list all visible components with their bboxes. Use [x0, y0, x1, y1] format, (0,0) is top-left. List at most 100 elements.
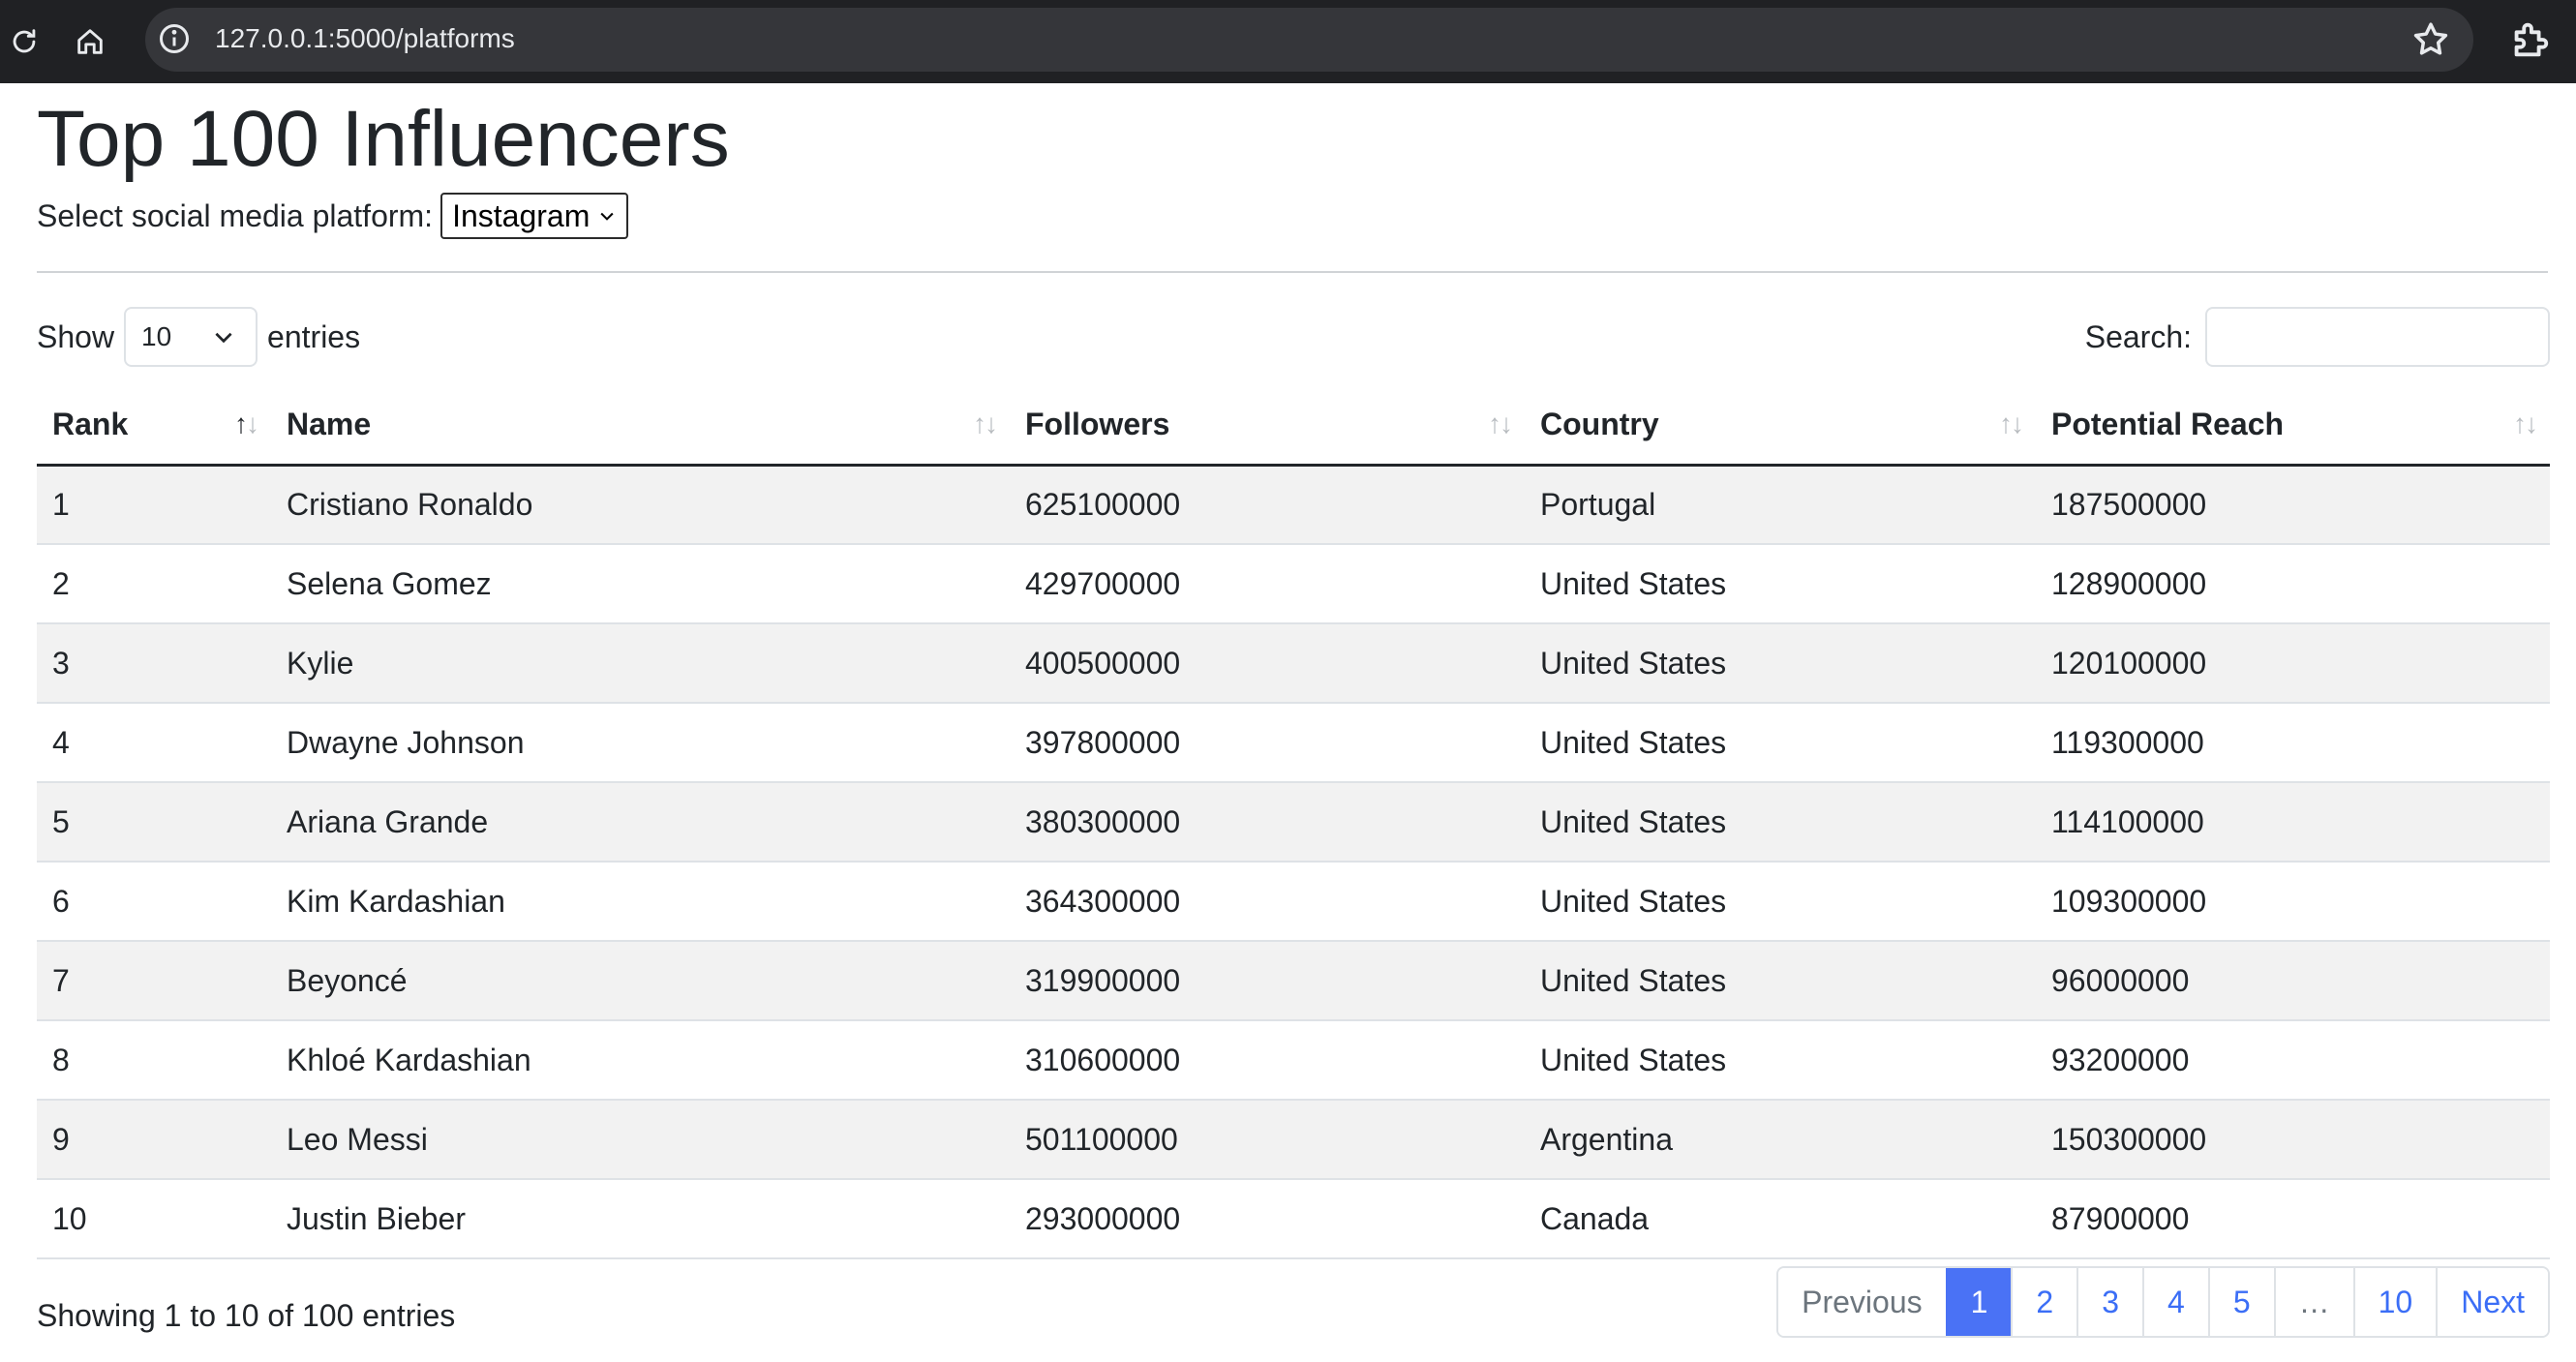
cell-name: Kim Kardashian — [271, 862, 1010, 942]
cell-country: United States — [1525, 1020, 2036, 1101]
cell-rank: 4 — [37, 703, 271, 783]
column-header-name[interactable]: Name ↑↓ — [271, 385, 1010, 467]
table-header-row: Rank ↑↓ Name ↑↓ Followers ↑↓ Country ↑↓ … — [37, 385, 2550, 467]
table-row: 10 Justin Bieber 293000000 Canada 879000… — [37, 1179, 2550, 1259]
cell-potential-reach: 128900000 — [2036, 544, 2550, 624]
page-button-10[interactable]: 10 — [2352, 1268, 2437, 1336]
cell-rank: 8 — [37, 1020, 271, 1101]
table-search: Search: — [2085, 306, 2550, 368]
cell-potential-reach: 114100000 — [2036, 782, 2550, 863]
sort-icon: ↑↓ — [2513, 409, 2538, 439]
column-header-label: Rank — [52, 406, 129, 441]
chevron-down-icon — [215, 332, 232, 344]
cell-potential-reach: 109300000 — [2036, 862, 2550, 942]
divider — [37, 271, 2548, 273]
cell-followers: 310600000 — [1010, 1020, 1525, 1101]
column-header-followers[interactable]: Followers ↑↓ — [1010, 385, 1525, 467]
cell-name: Cristiano Ronaldo — [271, 465, 1010, 545]
cell-potential-reach: 96000000 — [2036, 941, 2550, 1021]
column-header-label: Country — [1540, 406, 1659, 441]
url-text[interactable]: 127.0.0.1:5000/platforms — [215, 19, 515, 58]
column-header-label: Followers — [1025, 406, 1170, 441]
platform-select[interactable]: Instagram — [440, 193, 629, 239]
cell-name: Leo Messi — [271, 1100, 1010, 1180]
pagination-ellipsis: … — [2273, 1268, 2353, 1336]
cell-rank: 5 — [37, 782, 271, 863]
cell-country: United States — [1525, 941, 2036, 1021]
entries-label: entries — [267, 318, 361, 354]
cell-country: United States — [1525, 623, 2036, 704]
column-header-label: Potential Reach — [2051, 406, 2285, 441]
cell-name: Selena Gomez — [271, 544, 1010, 624]
table-row: 3 Kylie 400500000 United States 12010000… — [37, 623, 2550, 704]
platform-selected-value: Instagram — [452, 197, 591, 233]
table-row: 8 Khloé Kardashian 310600000 United Stat… — [37, 1020, 2550, 1101]
cell-followers: 293000000 — [1010, 1179, 1525, 1259]
bookmark-star-icon[interactable] — [2410, 19, 2451, 60]
reload-icon[interactable] — [0, 17, 48, 66]
cell-potential-reach: 93200000 — [2036, 1020, 2550, 1101]
previous-page-button[interactable]: Previous — [1778, 1268, 1946, 1336]
cell-name: Ariana Grande — [271, 782, 1010, 863]
column-header-potential-reach[interactable]: Potential Reach ↑↓ — [2036, 385, 2550, 467]
cell-followers: 400500000 — [1010, 623, 1525, 704]
table-row: 9 Leo Messi 501100000 Argentina 15030000… — [37, 1100, 2550, 1180]
page-button-3[interactable]: 3 — [2076, 1268, 2143, 1336]
entries-per-page-select[interactable]: 10 — [124, 307, 258, 367]
cell-name: Dwayne Johnson — [271, 703, 1010, 783]
sort-icon: ↑↓ — [1488, 409, 1513, 439]
home-icon[interactable] — [66, 17, 114, 66]
table-row: 1 Cristiano Ronaldo 625100000 Portugal 1… — [37, 465, 2550, 545]
extensions-icon[interactable] — [2507, 17, 2552, 62]
cell-followers: 380300000 — [1010, 782, 1525, 863]
cell-rank: 7 — [37, 941, 271, 1021]
cell-followers: 364300000 — [1010, 862, 1525, 942]
cell-country: United States — [1525, 782, 2036, 863]
site-info-icon[interactable] — [157, 21, 192, 56]
sort-ascending-icon: ↑↓ — [234, 409, 259, 439]
table-row: 7 Beyoncé 319900000 United States 960000… — [37, 941, 2550, 1021]
pagination: Previous 1 2 3 4 5 … 10 Next — [1776, 1266, 2550, 1338]
column-header-country[interactable]: Country ↑↓ — [1525, 385, 2036, 467]
table-row: 6 Kim Kardashian 364300000 United States… — [37, 862, 2550, 942]
table-row: 5 Ariana Grande 380300000 United States … — [37, 782, 2550, 863]
table-info: Showing 1 to 10 of 100 entries — [37, 1298, 456, 1333]
page-button-5[interactable]: 5 — [2207, 1268, 2274, 1336]
cell-rank: 2 — [37, 544, 271, 624]
cell-name: Justin Bieber — [271, 1179, 1010, 1259]
cell-rank: 1 — [37, 465, 271, 545]
cell-potential-reach: 119300000 — [2036, 703, 2550, 783]
page-button-2[interactable]: 2 — [2011, 1268, 2077, 1336]
cell-rank: 9 — [37, 1100, 271, 1180]
page-button-1[interactable]: 1 — [1945, 1268, 2012, 1336]
show-label: Show — [37, 318, 115, 354]
cell-followers: 319900000 — [1010, 941, 1525, 1021]
chevron-down-icon — [600, 212, 614, 221]
cell-name: Beyoncé — [271, 941, 1010, 1021]
column-header-rank[interactable]: Rank ↑↓ — [37, 385, 271, 467]
cell-rank: 3 — [37, 623, 271, 704]
entries-per-page-value: 10 — [141, 321, 172, 351]
cell-followers: 501100000 — [1010, 1100, 1525, 1180]
influencers-table: Rank ↑↓ Name ↑↓ Followers ↑↓ Country ↑↓ … — [37, 385, 2550, 1259]
cell-rank: 6 — [37, 862, 271, 942]
column-header-label: Name — [287, 406, 372, 441]
sort-icon: ↑↓ — [1999, 409, 2024, 439]
cell-country: United States — [1525, 703, 2036, 783]
table-row: 4 Dwayne Johnson 397800000 United States… — [37, 703, 2550, 783]
cell-country: United States — [1525, 862, 2036, 942]
cell-followers: 397800000 — [1010, 703, 1525, 783]
cell-country: Portugal — [1525, 465, 2036, 545]
cell-country: United States — [1525, 544, 2036, 624]
cell-name: Kylie — [271, 623, 1010, 704]
platform-label: Select social media platform: — [37, 197, 434, 233]
cell-followers: 625100000 — [1010, 465, 1525, 545]
cell-name: Khloé Kardashian — [271, 1020, 1010, 1101]
search-label: Search: — [2084, 318, 2192, 354]
page-button-4[interactable]: 4 — [2142, 1268, 2208, 1336]
page-title: Top 100 Influencers — [37, 95, 730, 183]
cell-rank: 10 — [37, 1179, 271, 1259]
search-input[interactable] — [2205, 307, 2550, 367]
platform-selector-row: Select social media platform: Instagram — [37, 192, 629, 240]
next-page-button[interactable]: Next — [2436, 1268, 2548, 1336]
